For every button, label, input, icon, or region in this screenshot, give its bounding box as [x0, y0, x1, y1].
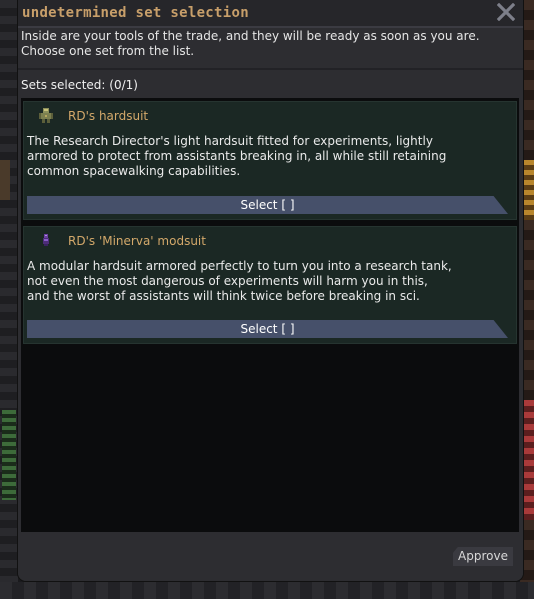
- game-background-bottom: [0, 582, 534, 599]
- set-card-rd-minerva-modsuit: RD's 'Minerva' modsuit A modular hardsui…: [23, 226, 517, 344]
- window-title: undetermined set selection: [22, 5, 249, 21]
- window-titlebar[interactable]: undetermined set selection: [18, 0, 523, 28]
- set-description: A modular hardsuit armored perfectly to …: [27, 259, 507, 304]
- divider: [18, 68, 523, 70]
- description-line: and the worst of assistants will think t…: [27, 289, 420, 303]
- set-description: The Research Director's light hardsuit f…: [27, 134, 507, 179]
- intro-line: Inside are your tools of the trade, and …: [21, 29, 480, 43]
- description-line: A modular hardsuit armored perfectly to …: [27, 259, 452, 273]
- set-name: RD's hardsuit: [68, 109, 149, 123]
- window-footer: Approve: [18, 532, 523, 581]
- description-line: The Research Director's light hardsuit f…: [27, 134, 433, 148]
- hardsuit-icon: [38, 107, 54, 123]
- approve-button[interactable]: Approve: [453, 547, 513, 566]
- background-tile: [0, 160, 10, 200]
- game-background-left: [0, 0, 18, 599]
- description-line: common spacewalking capabilities.: [27, 164, 241, 178]
- modsuit-icon: [38, 232, 54, 248]
- background-tile: [2, 410, 16, 500]
- description-line: not even the most dangerous of experimen…: [27, 274, 428, 288]
- set-list: RD's hardsuit The Research Director's li…: [21, 98, 519, 532]
- select-button[interactable]: Select [ ]: [27, 196, 508, 214]
- select-button[interactable]: Select [ ]: [27, 320, 508, 338]
- set-name: RD's 'Minerva' modsuit: [68, 234, 206, 248]
- description-line: armored to protect from assistants break…: [27, 149, 447, 163]
- intro-text: Inside are your tools of the trade, and …: [21, 29, 516, 59]
- set-card-rd-hardsuit: RD's hardsuit The Research Director's li…: [23, 101, 517, 220]
- close-button[interactable]: [495, 1, 517, 23]
- set-selection-window: undetermined set selection Inside are yo…: [18, 0, 523, 581]
- close-icon: [496, 2, 516, 22]
- background-tile: [522, 160, 534, 220]
- sets-selected-count: Sets selected: (0/1): [21, 78, 138, 92]
- intro-line: Choose one set from the list.: [21, 44, 195, 58]
